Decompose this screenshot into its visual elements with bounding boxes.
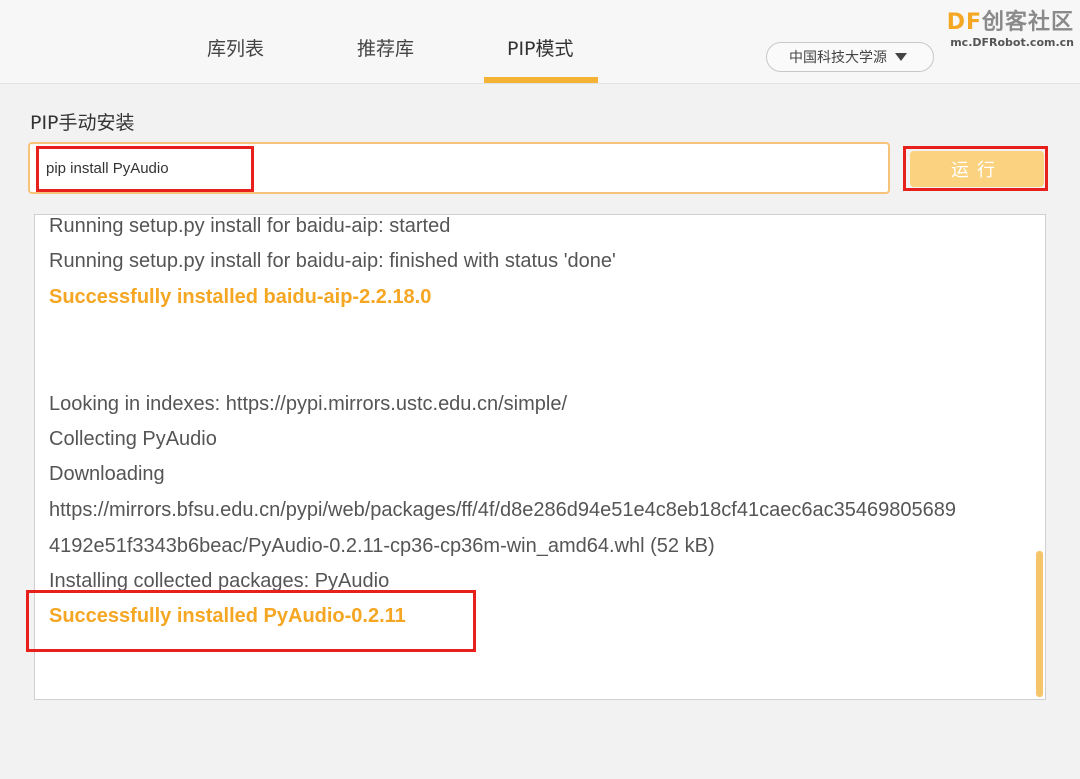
tab-pip-mode[interactable]: PIP模式 [507, 34, 574, 61]
console-line: 4192e51f3343b6beac/PyAudio-0.2.11-cp36-c… [49, 535, 715, 557]
console-line: Running setup.py install for baidu-aip: … [49, 250, 616, 272]
console-line: Looking in indexes: https://pypi.mirrors… [49, 393, 568, 415]
mirror-source-value: 中国科技大学源 [789, 50, 887, 66]
console-line: https://mirrors.bfsu.edu.cn/pypi/web/pac… [49, 499, 956, 521]
console-scrollbar[interactable] [1036, 551, 1043, 697]
dropdown-caret-icon [895, 53, 907, 61]
logo-brand-suffix: 创客社区 [981, 10, 1074, 35]
console-line-success: Successfully installed baidu-aip-2.2.18.… [49, 286, 432, 308]
logo-brand-prefix: DF [946, 10, 982, 35]
run-button[interactable]: 运行 [910, 151, 1044, 187]
section-title: PIP手动安装 [30, 112, 135, 134]
console-line: Downloading [49, 463, 165, 485]
console-line: Running setup.py install for baidu-aip: … [49, 215, 451, 237]
logo-site: mc.DFRobot.com.cn [950, 36, 1074, 49]
tab-recommended[interactable]: 推荐库 [357, 34, 414, 61]
console-line-success: Successfully installed PyAudio-0.2.11 [49, 605, 406, 627]
dfrobot-logo: DF创客社区 mc.DFRobot.com.cn [947, 4, 1074, 49]
console-line: Installing collected packages: PyAudio [49, 570, 390, 592]
output-console[interactable]: Running setup.py install for baidu-aip: … [34, 214, 1046, 700]
console-line: Collecting PyAudio [49, 428, 217, 450]
top-navigation: 库列表 推荐库 PIP模式 中国科技大学源 DF创客社区 mc.DFRobot.… [0, 0, 1080, 84]
mirror-source-select[interactable]: 中国科技大学源 [766, 42, 934, 72]
active-tab-indicator [484, 77, 598, 83]
pip-command-input[interactable] [28, 142, 890, 194]
tab-library-list[interactable]: 库列表 [207, 34, 264, 61]
